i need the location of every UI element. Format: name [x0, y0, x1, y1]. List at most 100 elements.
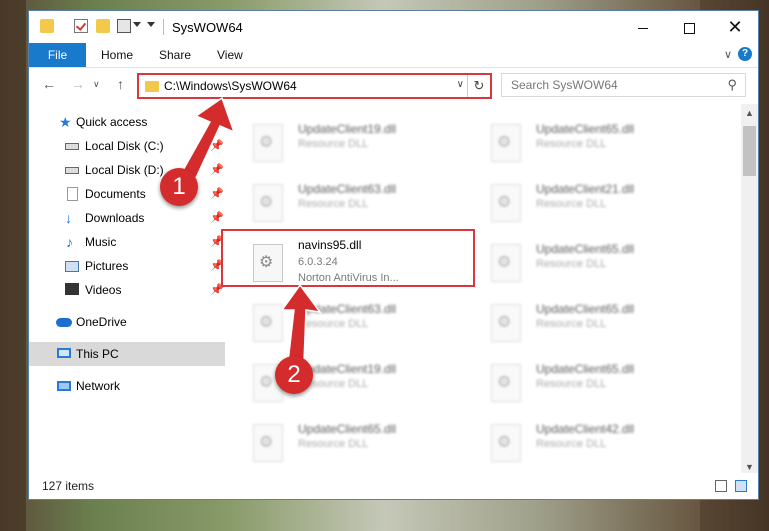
disk-icon [65, 143, 79, 150]
sidebar-item-label: This PC [76, 347, 119, 361]
file-description: Resource DLL [298, 318, 369, 330]
gear-icon: ⚙ [497, 194, 512, 211]
target-file-highlight [221, 229, 475, 287]
tab-view[interactable]: View [217, 43, 243, 67]
gear-icon: ⚙ [259, 374, 274, 391]
chevron-down-icon[interactable] [133, 22, 141, 27]
properties-check-icon[interactable] [74, 19, 88, 33]
gear-icon: ⚙ [497, 434, 512, 451]
file-item[interactable]: ⚙ UpdateClient19.dll Resource DLL [225, 114, 450, 170]
refresh-button[interactable]: ↻ [467, 75, 490, 97]
file-description: Resource DLL [536, 378, 607, 390]
sidebar-item-label: Downloads [85, 211, 145, 225]
dll-file-icon: ⚙ [253, 124, 283, 162]
dll-file-icon: ⚙ [253, 424, 283, 462]
sidebar-item-onedrive[interactable]: OneDrive [29, 310, 225, 334]
sidebar-item-videos[interactable]: Videos 📌 [29, 278, 225, 302]
file-description: Resource DLL [298, 198, 369, 210]
folder-icon [40, 19, 54, 33]
maximize-button[interactable] [666, 11, 712, 43]
file-item[interactable]: ⚙ UpdateClient65.dll Resource DLL [463, 294, 688, 350]
sidebar-item-this-pc[interactable]: This PC [29, 342, 225, 366]
dll-file-icon: ⚙ [491, 424, 521, 462]
file-item[interactable]: ⚙ UpdateClient65.dll Resource DLL [463, 354, 688, 410]
tab-share[interactable]: Share [159, 43, 191, 67]
file-description: Resource DLL [298, 138, 369, 150]
sidebar-item-label: Music [85, 235, 117, 249]
gear-icon: ⚙ [497, 254, 512, 271]
network-icon [57, 381, 71, 391]
file-name: UpdateClient65.dll [298, 422, 397, 436]
search-icon: ⚲ [727, 77, 737, 92]
sidebar-item-label: Pictures [85, 259, 129, 273]
music-icon: ♪ [66, 234, 73, 250]
pictures-icon [65, 261, 79, 272]
file-description: Resource DLL [536, 258, 607, 270]
sidebar-item-network[interactable]: Network [29, 374, 225, 398]
tab-file[interactable]: File [29, 43, 86, 67]
onedrive-icon [56, 318, 72, 327]
scrollbar-thumb[interactable] [743, 126, 756, 176]
chevron-down-icon[interactable] [147, 22, 155, 27]
up-button[interactable]: ↑ [117, 76, 124, 92]
large-icons-view-icon[interactable] [735, 480, 747, 492]
file-item[interactable]: ⚙ UpdateClient65.dll Resource DLL [463, 114, 688, 170]
divider [163, 19, 164, 35]
sidebar-item-downloads[interactable]: ↓ Downloads 📌 [29, 206, 225, 230]
file-name: UpdateClient65.dll [536, 122, 635, 136]
folder-icon [145, 81, 159, 92]
help-button[interactable]: ? [738, 47, 752, 61]
sidebar-item-local-disk-c[interactable]: Local Disk (C:) 📌 [29, 134, 225, 158]
sidebar-item-pictures[interactable]: Pictures 📌 [29, 254, 225, 278]
videos-icon [65, 283, 79, 295]
dll-file-icon: ⚙ [491, 364, 521, 402]
address-bar[interactable]: C:\Windows\SysWOW64 ∨ ↻ [137, 73, 492, 99]
search-box[interactable]: Search SysWOW64 ⚲ [501, 73, 746, 97]
pin-icon[interactable]: 📌 [210, 211, 224, 224]
sidebar-item-label: Videos [85, 283, 122, 297]
file-item[interactable]: ⚙ UpdateClient19.dll Resource DLL [225, 354, 450, 410]
file-item[interactable]: ⚙ UpdateClient65.dll Resource DLL [463, 234, 688, 290]
file-item[interactable]: ⚙ UpdateClient42.dll Resource DLL [463, 414, 688, 470]
file-item[interactable]: ⚙ UpdateClient21.dll Resource DLL [463, 174, 688, 230]
pin-icon[interactable]: 📌 [210, 139, 224, 152]
file-name: UpdateClient65.dll [536, 242, 635, 256]
file-description: Resource DLL [536, 438, 607, 450]
sidebar-item-music[interactable]: ♪ Music 📌 [29, 230, 225, 254]
file-name: UpdateClient63.dll [298, 302, 397, 316]
tab-home[interactable]: Home [101, 43, 133, 67]
file-item[interactable]: ⚙ UpdateClient63.dll Resource DLL [225, 174, 450, 230]
window-title: SysWOW64 [172, 20, 243, 35]
file-item[interactable]: ⚙ UpdateClient65.dll Resource DLL [225, 414, 450, 470]
sidebar-item-label: Quick access [76, 115, 148, 129]
dll-file-icon: ⚙ [491, 184, 521, 222]
close-button[interactable]: ✕ [712, 11, 758, 43]
new-folder-icon[interactable] [96, 19, 110, 33]
pin-icon[interactable]: 📌 [210, 187, 224, 200]
sidebar-item-label: Documents [85, 187, 146, 201]
sidebar-item-label: OneDrive [76, 315, 127, 329]
navigation-pane: ★ Quick access Local Disk (C:) 📌 Local D… [29, 104, 225, 474]
address-dropdown-icon[interactable]: ∨ [457, 79, 464, 90]
scroll-down-icon[interactable]: ▼ [745, 462, 754, 472]
back-button[interactable]: ← [42, 76, 56, 92]
step-1-marker: 1 [160, 168, 198, 206]
minimize-button[interactable] [620, 11, 666, 43]
file-name: UpdateClient19.dll [298, 122, 397, 136]
sidebar-item-quick-access[interactable]: ★ Quick access [29, 110, 225, 134]
address-path[interactable]: C:\Windows\SysWOW64 [164, 79, 297, 93]
disk-icon [65, 167, 79, 174]
details-view-icon[interactable] [715, 480, 727, 492]
scroll-up-icon[interactable]: ▲ [745, 108, 754, 118]
quick-access-customize-icon[interactable] [117, 19, 131, 33]
ribbon: File Home Share View ∨ ? [29, 43, 758, 68]
forward-button[interactable]: → [71, 76, 85, 92]
vertical-scrollbar[interactable]: ▲ ▼ [741, 104, 758, 476]
file-description: Resource DLL [536, 318, 607, 330]
gear-icon: ⚙ [497, 314, 512, 331]
expand-ribbon-icon[interactable]: ∨ [724, 48, 732, 61]
file-name: UpdateClient42.dll [536, 422, 635, 436]
recent-locations-icon[interactable]: ∨ [93, 79, 100, 90]
pin-icon[interactable]: 📌 [210, 163, 224, 176]
file-item[interactable]: ⚙ UpdateClient63.dll Resource DLL [225, 294, 450, 350]
